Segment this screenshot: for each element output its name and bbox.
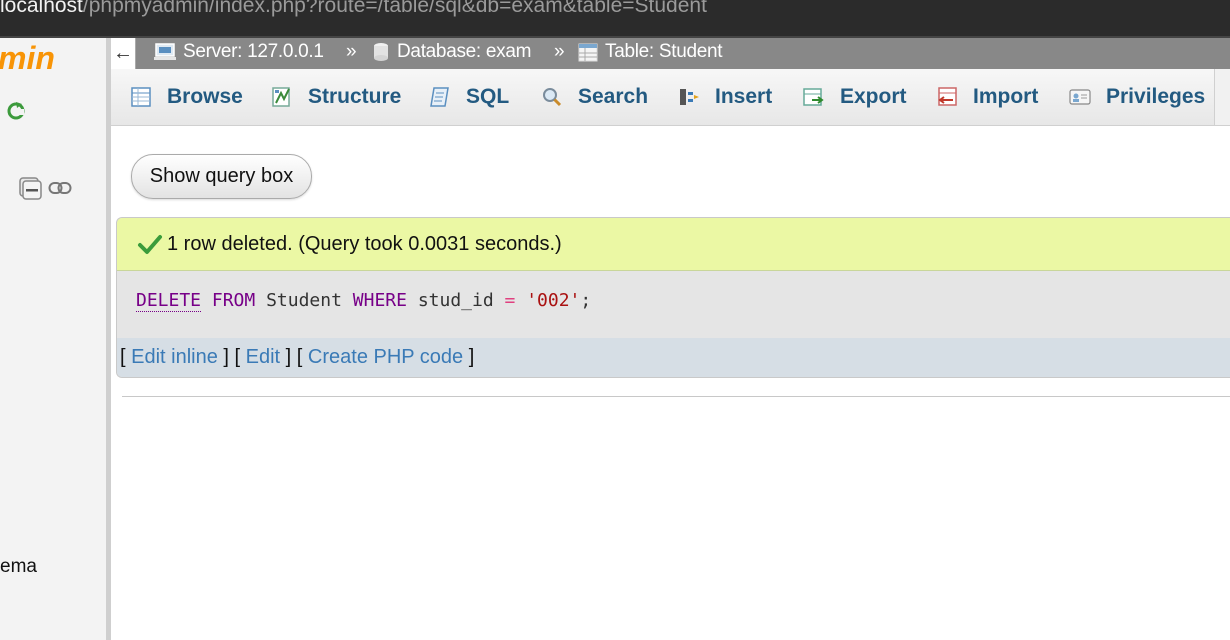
sql-keyword-where: WHERE [352, 290, 407, 311]
breadcrumb-separator: » [346, 41, 357, 62]
table-icon [578, 43, 598, 62]
collapse-all-icon[interactable] [18, 176, 42, 200]
import-icon [935, 85, 959, 109]
success-message-text: 1 row deleted. (Query took 0.0031 second… [167, 232, 562, 255]
divider [122, 396, 1230, 397]
sql-keyword-from: FROM [211, 290, 256, 311]
bracket-text: ] [463, 346, 475, 368]
browse-icon [129, 85, 153, 109]
sql-keyword-delete[interactable]: DELETE [136, 290, 202, 312]
structure-icon [270, 85, 294, 109]
success-check-icon [138, 235, 162, 254]
edit-inline-link[interactable]: Edit inline [131, 346, 218, 368]
table-tabs: Browse Structure SQL Search Insert Expor… [111, 69, 1230, 126]
breadcrumb-server-label: Server: 127.0.0.1 [183, 41, 324, 62]
sql-operator: = [504, 290, 516, 311]
tab-insert[interactable]: Insert [659, 69, 785, 125]
back-arrow-button[interactable]: ← [111, 38, 136, 69]
breadcrumb-table-label: Table: Student [605, 41, 723, 62]
tab-privileges-label: Privileges [1106, 85, 1206, 108]
sql-column-name: stud_id [417, 290, 494, 311]
breadcrumb-server[interactable]: Server: 127.0.0.1 [153, 41, 324, 63]
tab-import[interactable]: Import [917, 69, 1051, 125]
breadcrumb-table[interactable]: Table: Student [577, 41, 723, 63]
bracket-text: ] [ [217, 346, 246, 368]
breadcrumb-database[interactable]: Database: exam [371, 41, 531, 63]
success-message: 1 row deleted. (Query took 0.0031 second… [117, 218, 1230, 271]
tab-import-label: Import [973, 85, 1039, 108]
sql-table-name: Student [266, 290, 342, 311]
sql-query-text[interactable]: DELETE FROM Student WHERE stud_id = '002… [136, 290, 592, 312]
tab-search[interactable]: Search [522, 69, 660, 125]
breadcrumb: ← Server: 127.0.0.1 » Database: exam » T… [111, 38, 1230, 69]
insert-icon [677, 85, 701, 109]
tab-browse-label: Browse [167, 85, 243, 108]
query-actions: [ Edit inline ] [ Edit ] [ Create PHP co… [117, 338, 1230, 377]
url-host: localhost [0, 0, 83, 17]
database-icon [374, 43, 388, 61]
tab-sql[interactable]: SQL [410, 69, 523, 125]
query-result-box: 1 row deleted. (Query took 0.0031 second… [116, 217, 1230, 378]
sql-terminator: ; [580, 290, 592, 311]
browser-url-bar[interactable]: localhost/phpmyadmin/index.php?route=/ta… [0, 0, 1230, 38]
tab-sql-label: SQL [466, 85, 510, 108]
bracket-text: [ [120, 346, 132, 368]
navigation-pane [0, 38, 106, 640]
sql-string-value: '002' [526, 290, 581, 311]
tab-insert-label: Insert [715, 85, 773, 108]
tab-export[interactable]: Export [784, 69, 918, 125]
server-icon [154, 43, 176, 60]
breadcrumb-database-label: Database: exam [397, 41, 532, 62]
show-query-box-button[interactable]: Show query box [131, 154, 312, 199]
sql-icon [428, 85, 452, 109]
create-php-code-link[interactable]: Create PHP code [308, 346, 463, 368]
tab-structure[interactable]: Structure [252, 69, 411, 125]
tab-search-label: Search [578, 85, 649, 108]
url-path: /phpmyadmin/index.php?route=/table/sql&d… [82, 0, 707, 17]
url-text[interactable]: localhost/phpmyadmin/index.php?route=/ta… [0, 0, 707, 18]
privileges-icon [1068, 85, 1092, 109]
edit-link[interactable]: Edit [246, 346, 280, 368]
reload-icon[interactable] [6, 100, 26, 120]
link-with-main-panel-icon[interactable] [48, 181, 72, 195]
phpmyadmin-logo[interactable]: min [0, 40, 55, 77]
tab-browse[interactable]: Browse [111, 69, 253, 125]
navigation-resizer[interactable] [106, 38, 111, 640]
breadcrumb-separator: » [554, 41, 565, 62]
tab-export-label: Export [840, 85, 907, 108]
nav-tree-item[interactable]: ema [0, 556, 37, 578]
search-icon [540, 85, 564, 109]
export-icon [802, 85, 826, 109]
tab-privileges[interactable]: Privileges [1050, 69, 1215, 125]
bracket-text: ] [ [280, 346, 308, 368]
tab-structure-label: Structure [308, 85, 402, 108]
